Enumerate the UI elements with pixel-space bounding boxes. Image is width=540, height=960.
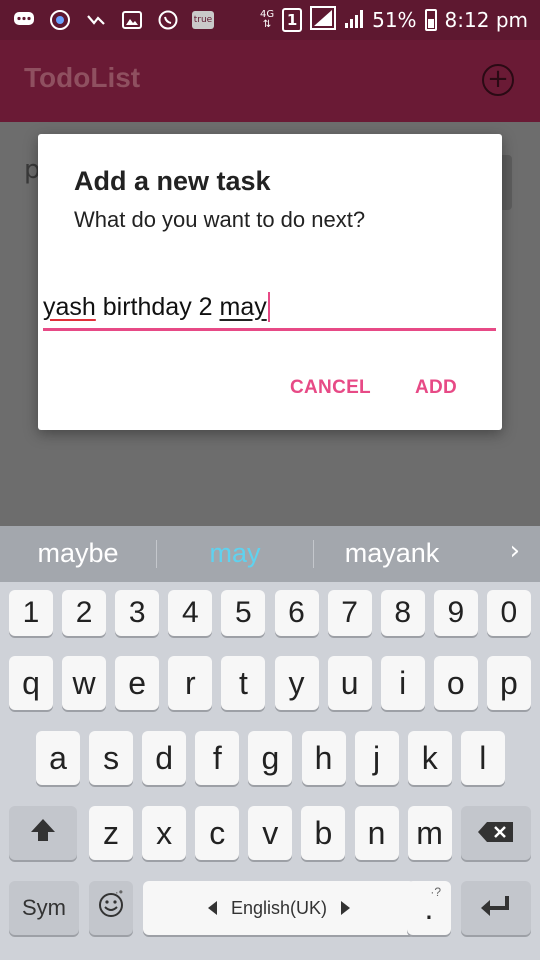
key-e[interactable]: e — [115, 656, 160, 710]
key-4[interactable]: 4 — [168, 590, 213, 636]
key-t[interactable]: t — [221, 656, 266, 710]
key-x[interactable]: x — [142, 806, 187, 860]
key-r[interactable]: r — [168, 656, 213, 710]
backspace-key[interactable] — [461, 806, 531, 860]
add-circle-icon[interactable]: + — [482, 64, 514, 96]
key-w[interactable]: w — [62, 656, 107, 710]
emoji-key[interactable]: ·• — [89, 881, 133, 935]
key-h[interactable]: h — [301, 731, 346, 785]
gallery-icon — [120, 9, 144, 31]
battery-icon — [424, 9, 437, 31]
enter-key[interactable] — [461, 881, 531, 935]
cancel-button[interactable]: CANCEL — [290, 377, 371, 399]
composing-word: may — [219, 293, 267, 321]
key-f[interactable]: f — [195, 731, 240, 785]
true-app-badge: true — [192, 11, 214, 29]
key-9[interactable]: 9 — [433, 590, 478, 636]
key-n[interactable]: n — [354, 806, 399, 860]
whatsapp-icon — [156, 9, 180, 31]
key-0[interactable]: 0 — [486, 590, 531, 636]
key-2[interactable]: 2 — [62, 590, 107, 636]
missed-call-icon — [84, 9, 108, 31]
backspace-icon — [477, 815, 515, 852]
key-p[interactable]: p — [486, 656, 531, 710]
key-u[interactable]: u — [327, 656, 372, 710]
chevron-right-icon[interactable]: › — [510, 536, 520, 566]
key-1[interactable]: 1 — [9, 590, 53, 636]
key-v[interactable]: v — [248, 806, 293, 860]
key-k[interactable]: k — [407, 731, 452, 785]
key-b[interactable]: b — [301, 806, 346, 860]
dialog-title: Add a new task — [74, 166, 271, 196]
key-l[interactable]: l — [460, 731, 505, 785]
add-button[interactable]: ADD — [415, 377, 457, 399]
shift-key[interactable] — [9, 806, 77, 860]
key-d[interactable]: d — [142, 731, 187, 785]
clock-time: 8:12 pm — [444, 8, 528, 32]
key-o[interactable]: o — [433, 656, 478, 710]
app-bar: TodoList + — [0, 40, 540, 122]
app-title: TodoList — [24, 62, 141, 93]
key-8[interactable]: 8 — [380, 590, 425, 636]
key-q[interactable]: q — [9, 656, 53, 710]
signal-bars-icon — [344, 7, 364, 34]
dialog-message: What do you want to do next? — [74, 207, 366, 232]
key-m[interactable]: m — [407, 806, 452, 860]
suggestion-1[interactable]: maybe — [0, 538, 156, 569]
typed-text: birthday 2 — [95, 293, 220, 321]
space-key[interactable]: English(UK) — [143, 881, 415, 935]
misspelled-word: yash — [43, 293, 96, 321]
suggestion-3[interactable]: mayank — [314, 538, 470, 569]
shift-icon — [29, 815, 57, 852]
signal-strength-icon — [310, 5, 337, 35]
space-language-label: English(UK) — [230, 897, 328, 918]
key-s[interactable]: s — [89, 731, 134, 785]
notification-icons: true — [12, 9, 214, 31]
key-g[interactable]: g — [248, 731, 293, 785]
system-indicators: 4G ⇅ 1 51% 8:12 pm — [259, 5, 528, 35]
punctuation-hint-icon: ·? — [430, 885, 441, 899]
key-c[interactable]: c — [195, 806, 240, 860]
add-task-dialog: Add a new task What do you want to do ne… — [38, 134, 502, 430]
key-7[interactable]: 7 — [327, 590, 372, 636]
key-6[interactable]: 6 — [274, 590, 319, 636]
data-arrows-icon: ⇅ — [262, 19, 272, 30]
triangle-left-icon — [207, 901, 217, 915]
enter-icon — [479, 890, 513, 927]
key-3[interactable]: 3 — [115, 590, 160, 636]
key-a[interactable]: a — [36, 731, 80, 785]
browser-globe-icon — [48, 9, 72, 31]
key-y[interactable]: y — [274, 656, 319, 710]
text-caret — [267, 292, 270, 322]
sim-slot-badge: 1 — [282, 8, 303, 32]
key-z[interactable]: z — [89, 806, 133, 860]
soft-keyboard: maybe may mayank › 1234567890 qwertyuiop a… — [0, 526, 540, 960]
suggestion-2[interactable]: may — [157, 538, 313, 569]
suggestion-bar: maybe may mayank › — [0, 526, 540, 582]
sym-key[interactable]: Sym — [9, 881, 79, 935]
triangle-right-icon — [341, 901, 351, 915]
status-bar: true 4G ⇅ 1 51% 8:12 pm — [0, 0, 540, 40]
key-5[interactable]: 5 — [221, 590, 266, 636]
network-type: 4G ⇅ — [259, 9, 275, 30]
chat-bubble-icon — [12, 9, 36, 31]
period-key[interactable]: . ·? — [407, 881, 451, 935]
task-input[interactable]: yash birthday 2 may — [43, 287, 496, 331]
battery-percent: 51% — [372, 8, 417, 32]
key-i[interactable]: i — [380, 656, 425, 710]
key-j[interactable]: j — [354, 731, 399, 785]
mic-hint-icon: ·• — [114, 885, 123, 899]
